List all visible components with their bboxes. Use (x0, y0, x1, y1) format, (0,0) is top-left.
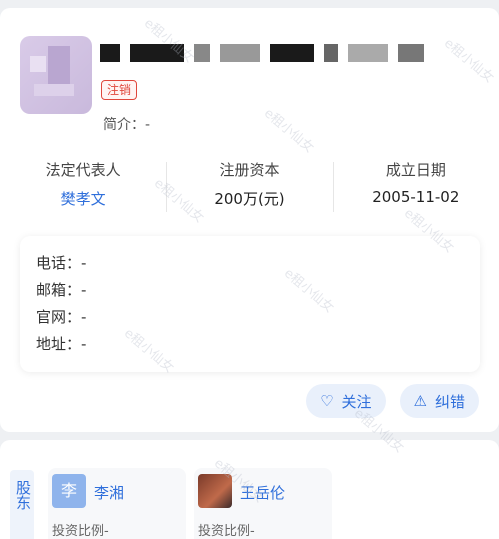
shareholder-ratio: 投资比例- (52, 524, 109, 539)
correct-label: 纠错 (434, 392, 465, 411)
legal-rep-link[interactable]: 樊孝文 (0, 188, 166, 209)
shareholder-card[interactable]: 李 李湘 投资比例- (48, 468, 186, 539)
shareholder-card[interactable]: 王岳伦 投资比例- (194, 468, 332, 539)
company-card: 注销 简介：- 法定代表人 樊孝文 注册资本 200万(元) 成立日期 2005… (0, 8, 499, 432)
shareholders-section: 股东 李 李湘 投资比例- 王岳伦 投资比例- (0, 440, 499, 539)
company-name-redacted (100, 42, 424, 64)
shareholder-name[interactable]: 李湘 (94, 482, 124, 503)
stat-label: 成立日期 (385, 161, 446, 179)
stat-legal-rep: 法定代表人 樊孝文 (0, 158, 166, 218)
company-intro: 简介：- (103, 117, 151, 133)
contact-email: 邮箱：- (36, 281, 87, 299)
company-logo (20, 36, 92, 114)
feedback-icon: ⚠ (413, 392, 427, 410)
shareholder-ratio: 投资比例- (198, 524, 255, 539)
follow-label: 关注 (341, 392, 372, 411)
contact-phone: 电话：- (36, 254, 87, 272)
correct-button[interactable]: ⚠ 纠错 (399, 384, 479, 418)
contact-address: 地址：- (36, 335, 87, 353)
heart-icon: ♡ (320, 392, 334, 410)
avatar (198, 474, 232, 508)
tab-shareholders[interactable]: 股东 (10, 470, 34, 539)
avatar: 李 (52, 474, 86, 508)
tab-label: 股东 (14, 480, 32, 510)
stat-registered-capital: 注册资本 200万(元) (166, 158, 332, 218)
stat-founded-date: 成立日期 2005-11-02 (332, 158, 499, 218)
key-stats: 法定代表人 樊孝文 注册资本 200万(元) 成立日期 2005-11-02 (0, 158, 499, 218)
stat-label: 法定代表人 (45, 161, 121, 179)
stat-value: 2005-11-02 (372, 188, 460, 206)
stat-label: 注册资本 (219, 161, 280, 179)
status-badge: 注销 (101, 80, 138, 100)
follow-button[interactable]: ♡ 关注 (306, 384, 386, 418)
shareholder-name[interactable]: 王岳伦 (240, 482, 285, 503)
contact-info-box: 电话：- 邮箱：- 官网：- 地址：- (20, 236, 480, 372)
contact-website: 官网：- (36, 308, 87, 326)
action-buttons: ♡ 关注 ⚠ 纠错 (306, 384, 479, 418)
stat-value: 200万(元) (214, 190, 285, 208)
